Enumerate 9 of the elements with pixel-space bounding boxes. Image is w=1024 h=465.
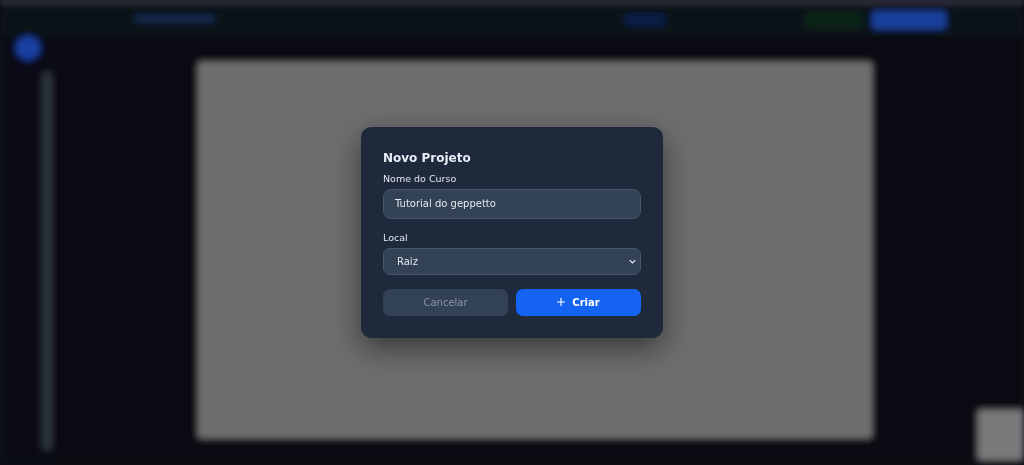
dialog-title: Novo Projeto	[383, 150, 472, 165]
cancel-button[interactable]: Cancelar	[383, 288, 508, 316]
location-dropdown[interactable]: Raiz	[383, 247, 641, 275]
create-button[interactable]: Criar	[516, 288, 641, 316]
plus-icon	[557, 298, 566, 306]
field-label: Nome do Curso	[383, 172, 458, 184]
name-field[interactable]: Tutorial do geppetto	[383, 188, 641, 219]
field-label: Local	[383, 231, 409, 243]
chevron-down-icon	[629, 258, 636, 264]
